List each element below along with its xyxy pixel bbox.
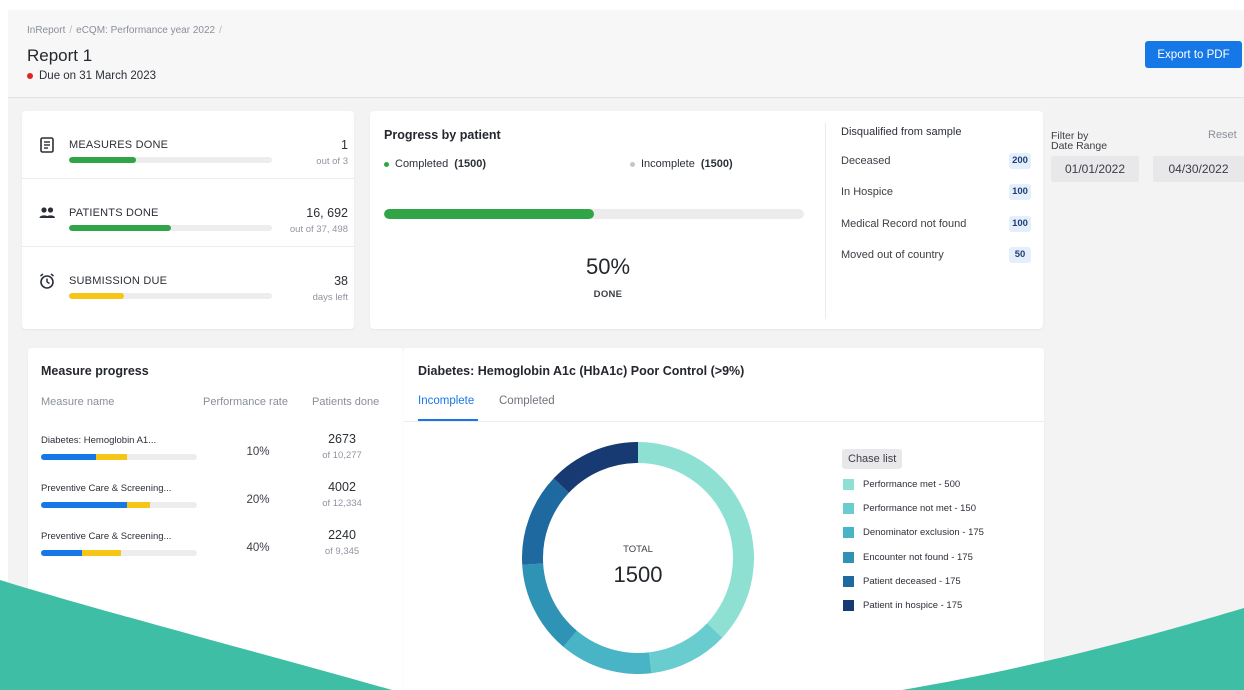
decorative-wave [0, 580, 1244, 690]
